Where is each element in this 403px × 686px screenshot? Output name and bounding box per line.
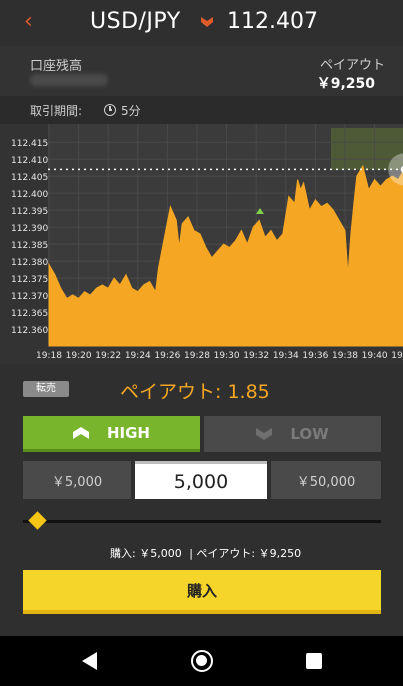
account-summary: 口座残高 ペイアウト ￥9,250 [0, 46, 403, 96]
app-screen: ‹ USD/JPY 112.407 口座残高 ペイアウト ￥9,250 取引期間… [0, 0, 403, 686]
y-tick-label: 112.395 [11, 207, 48, 217]
header: ‹ USD/JPY 112.407 [0, 0, 403, 46]
amount-preset-min[interactable]: ￥5,000 [23, 461, 131, 499]
clock-icon [104, 104, 116, 116]
price-chart[interactable]: 112.415 112.410 112.405 112.400 112.395 112.3… [0, 124, 403, 364]
current-price: 112.407 [227, 9, 318, 34]
high-button[interactable]: HIGH [23, 416, 200, 452]
y-tick-label: 112.360 [11, 326, 48, 336]
amount-slider-thumb[interactable] [28, 511, 48, 530]
x-tick-label: 19:42 [391, 351, 403, 361]
resell-badge[interactable]: 転売 [23, 381, 69, 397]
payout-label: ペイアウト [319, 58, 385, 73]
trade-period: 取引期間: 5分 [0, 96, 403, 124]
x-tick-label: 19:18 [36, 351, 62, 361]
y-tick-label: 112.375 [11, 275, 48, 285]
balance-label: 口座残高 [30, 59, 83, 74]
amount-input[interactable] [135, 461, 267, 499]
order-summary: 購入: ￥5,000 | ペイアウト: ￥9,250 [110, 545, 305, 561]
amount-preset-max[interactable]: ￥50,000 [271, 461, 381, 499]
currency-pair[interactable]: USD/JPY [90, 9, 181, 34]
nav-home-icon[interactable] [191, 650, 213, 672]
high-label: HIGH [106, 423, 150, 442]
x-tick-label: 19:32 [243, 351, 269, 361]
period-label: 取引期間: [30, 104, 83, 118]
x-tick-label: 19:24 [125, 351, 151, 361]
down-arrow-icon [256, 428, 273, 440]
x-tick-label: 19:22 [95, 351, 121, 361]
x-tick-label: 19:28 [184, 351, 210, 361]
y-tick-label: 112.390 [11, 224, 48, 234]
y-tick-label: 112.380 [11, 258, 48, 268]
y-tick-label: 112.365 [11, 309, 48, 319]
x-tick-label: 19:40 [362, 351, 388, 361]
nav-back-icon[interactable] [82, 652, 97, 670]
y-tick-label: 112.385 [11, 241, 48, 251]
x-tick-label: 19:38 [332, 351, 358, 361]
chart-svg[interactable]: 112.415 112.410 112.405 112.400 112.395 112.3… [0, 124, 403, 364]
summary-buy: 購入: ￥5,000 [110, 547, 182, 560]
summary-payout: | ペイアウト: ￥9,250 [189, 547, 302, 560]
android-nav-bar [0, 636, 403, 686]
x-tick-label: 19:26 [154, 351, 180, 361]
x-tick-label: 19:20 [66, 351, 92, 361]
y-tick-label: 112.400 [11, 190, 48, 200]
order-panel: 転売 ペイアウト: 1.85 HIGH LOW ￥5,000 ￥50,000 [0, 364, 403, 636]
low-button[interactable]: LOW [204, 416, 381, 452]
buy-button[interactable]: 購入 [23, 570, 381, 614]
nav-recents-icon[interactable] [306, 653, 322, 669]
x-tick-label: 19:34 [273, 351, 299, 361]
payout-rate: ペイアウト: 1.85 [120, 381, 270, 403]
back-chevron-icon[interactable]: ‹ [24, 10, 33, 34]
y-tick-label: 112.405 [11, 173, 48, 183]
balance-value-hidden [30, 74, 108, 86]
down-chevron-icon [201, 17, 213, 27]
x-tick-label: 19:30 [214, 351, 240, 361]
payout-value: ￥9,250 [316, 76, 375, 92]
low-label: LOW [290, 425, 329, 443]
y-tick-label: 112.370 [11, 292, 48, 302]
up-arrow-icon [72, 426, 89, 439]
y-tick-label: 112.410 [11, 156, 48, 166]
x-tick-label: 19:36 [302, 351, 328, 361]
period-value: 5分 [121, 104, 141, 118]
y-tick-label: 112.415 [11, 139, 48, 149]
amount-slider-track[interactable] [23, 520, 381, 523]
